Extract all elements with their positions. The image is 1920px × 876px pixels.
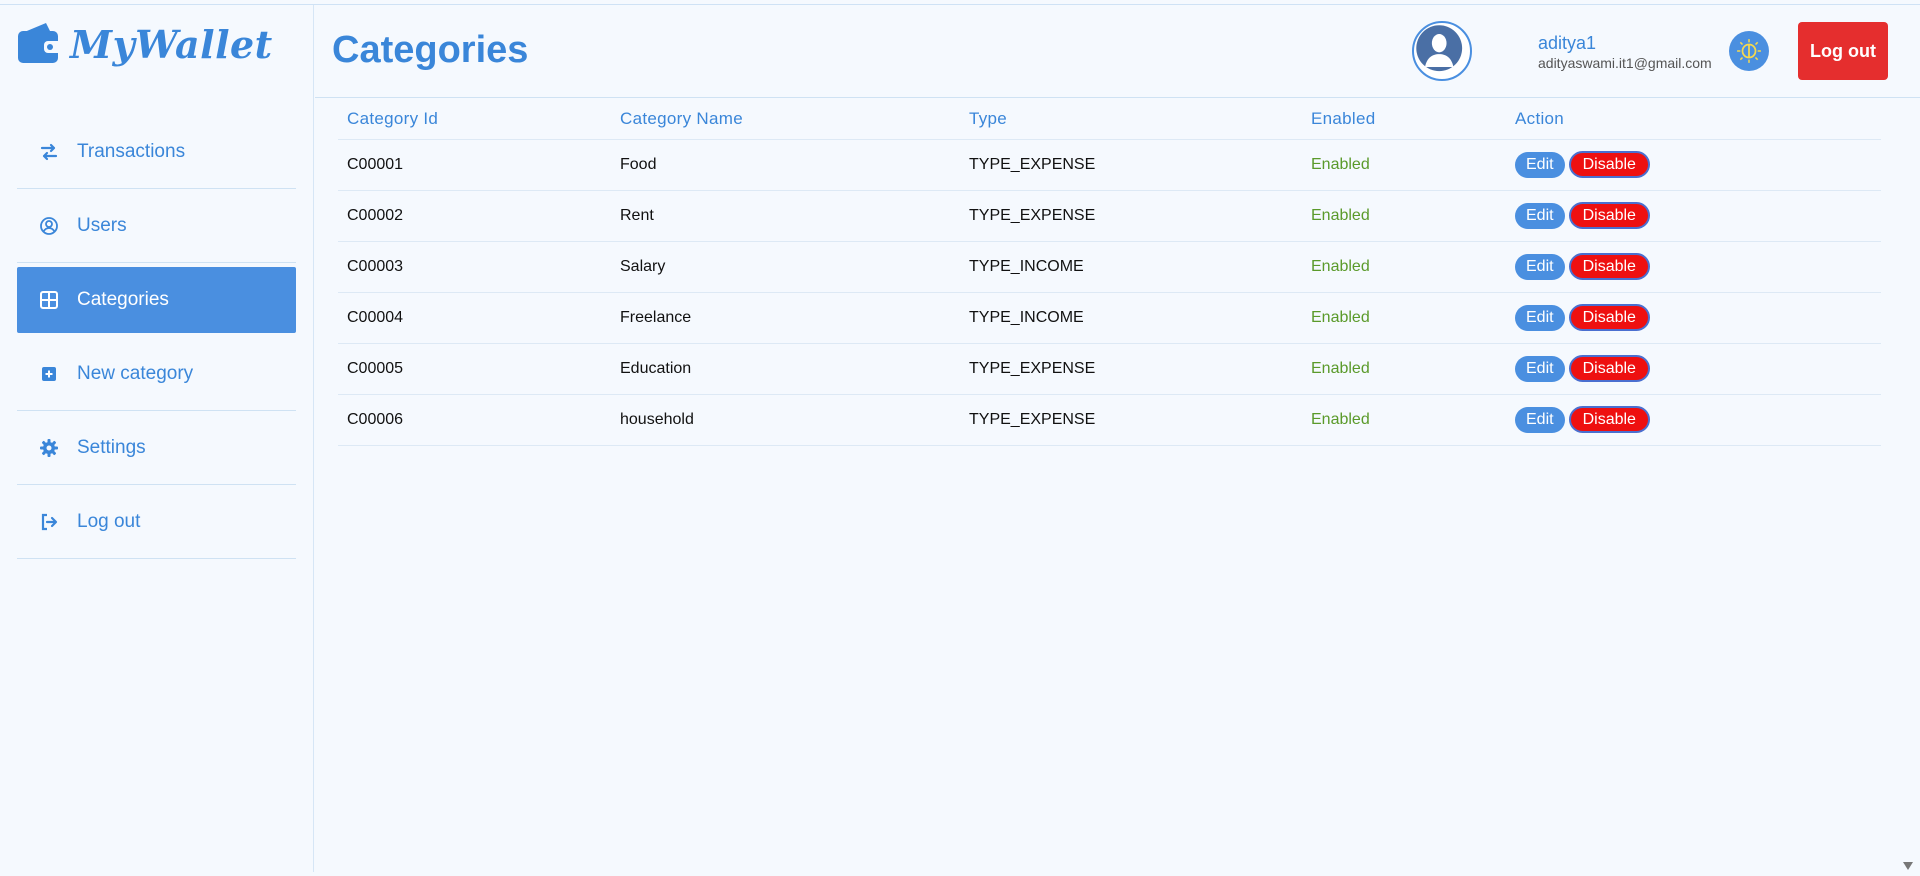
sidebar-item-categories[interactable]: Categories [17,267,296,333]
disable-button[interactable]: Disable [1568,151,1650,178]
column-header-enabled: Enabled [1302,99,1506,140]
column-header-type: Type [960,99,1302,140]
sidebar-item-new-category[interactable]: New category [17,337,296,411]
edit-button[interactable]: Edit [1515,406,1565,433]
table-row: C00005 Education TYPE_EXPENSE Enabled Ed… [338,343,1881,395]
category-enabled: Enabled [1302,190,1506,242]
column-header-category-id: Category Id [338,99,611,140]
category-enabled: Enabled [1302,241,1506,293]
page-header: Categories aditya1 adityaswami.it1@gmail… [315,5,1920,98]
row-actions: Edit Disable [1506,343,1881,395]
sidebar-item-transactions[interactable]: Transactions [17,115,296,189]
category-id: C00002 [338,190,611,242]
theme-toggle[interactable] [1729,31,1769,71]
category-id: C00004 [338,292,611,344]
sidebar: MyWallet Transactions Users Categories N… [0,5,314,872]
category-id: C00001 [338,139,611,191]
category-id: C00006 [338,394,611,446]
sidebar-item-label: Transactions [77,140,186,162]
disable-button[interactable]: Disable [1568,253,1650,280]
category-id: C00003 [338,241,611,293]
edit-button[interactable]: Edit [1515,355,1565,382]
disable-button[interactable]: Disable [1568,355,1650,382]
avatar[interactable] [1412,21,1472,81]
page-title: Categories [332,29,529,71]
categories-table: Category Id Category Name Type Enabled A… [338,99,1881,446]
disable-button[interactable]: Disable [1568,202,1650,229]
row-actions: Edit Disable [1506,139,1881,191]
table-row: C00004 Freelance TYPE_INCOME Enabled Edi… [338,292,1881,344]
plus-square-icon [39,364,59,384]
category-name: Food [611,139,960,191]
row-actions: Edit Disable [1506,292,1881,344]
row-actions: Edit Disable [1506,394,1881,446]
grid-icon [39,290,59,310]
category-enabled: Enabled [1302,343,1506,395]
logout-button[interactable]: Log out [1798,22,1888,80]
column-header-action: Action [1506,99,1881,140]
sidebar-item-label: Log out [77,510,141,532]
user-silhouette-icon [1416,25,1463,72]
disable-button[interactable]: Disable [1568,304,1650,331]
logout-button-label: Log out [1810,41,1876,61]
sidebar-item-label: Categories [77,289,169,310]
app-logo[interactable]: MyWallet [16,21,273,67]
sidebar-item-label: Users [77,214,127,236]
disable-button[interactable]: Disable [1568,406,1650,433]
scroll-down-arrow-icon[interactable] [1902,858,1914,870]
category-enabled: Enabled [1302,139,1506,191]
row-actions: Edit Disable [1506,241,1881,293]
category-name: Rent [611,190,960,242]
edit-button[interactable]: Edit [1515,304,1565,331]
sidebar-item-users[interactable]: Users [17,189,296,263]
row-actions: Edit Disable [1506,190,1881,242]
edit-button[interactable]: Edit [1515,151,1565,178]
category-type: TYPE_EXPENSE [960,190,1302,242]
category-type: TYPE_EXPENSE [960,139,1302,191]
category-id: C00005 [338,343,611,395]
sidebar-nav: Transactions Users Categories New catego… [17,115,296,559]
category-enabled: Enabled [1302,292,1506,344]
arrows-exchange-icon [39,142,59,162]
user-email: adityaswami.it1@gmail.com [1538,55,1712,71]
category-name: Salary [611,241,960,293]
column-header-category-name: Category Name [611,99,960,140]
category-type: TYPE_EXPENSE [960,394,1302,446]
table-row: C00003 Salary TYPE_INCOME Enabled Edit Di… [338,241,1881,293]
sidebar-item-label: New category [77,362,194,384]
edit-button[interactable]: Edit [1515,202,1565,229]
table-row: C00002 Rent TYPE_EXPENSE Enabled Edit Dis… [338,190,1881,242]
user-name: aditya1 [1538,33,1597,53]
category-type: TYPE_INCOME [960,292,1302,344]
user-circle-icon [39,216,59,236]
table-row: C00006 household TYPE_EXPENSE Enabled Ed… [338,394,1881,446]
category-type: TYPE_INCOME [960,241,1302,293]
sidebar-item-label: Settings [77,436,146,458]
category-enabled: Enabled [1302,394,1506,446]
table-header-row: Category Id Category Name Type Enabled A… [338,99,1881,140]
category-name: household [611,394,960,446]
sidebar-item-settings[interactable]: Settings [17,411,296,485]
category-type: TYPE_EXPENSE [960,343,1302,395]
sign-out-icon [39,512,59,532]
edit-button[interactable]: Edit [1515,253,1565,280]
categories-table-container: Category Id Category Name Type Enabled A… [338,99,1881,446]
gear-icon [39,438,59,458]
table-row: C00001 Food TYPE_EXPENSE Enabled Edit Dis… [338,139,1881,191]
sidebar-item-logout[interactable]: Log out [17,485,296,559]
category-name: Freelance [611,292,960,344]
app-name: MyWallet [70,21,273,67]
category-name: Education [611,343,960,395]
wallet-icon [16,21,64,67]
sun-icon [1737,39,1761,63]
